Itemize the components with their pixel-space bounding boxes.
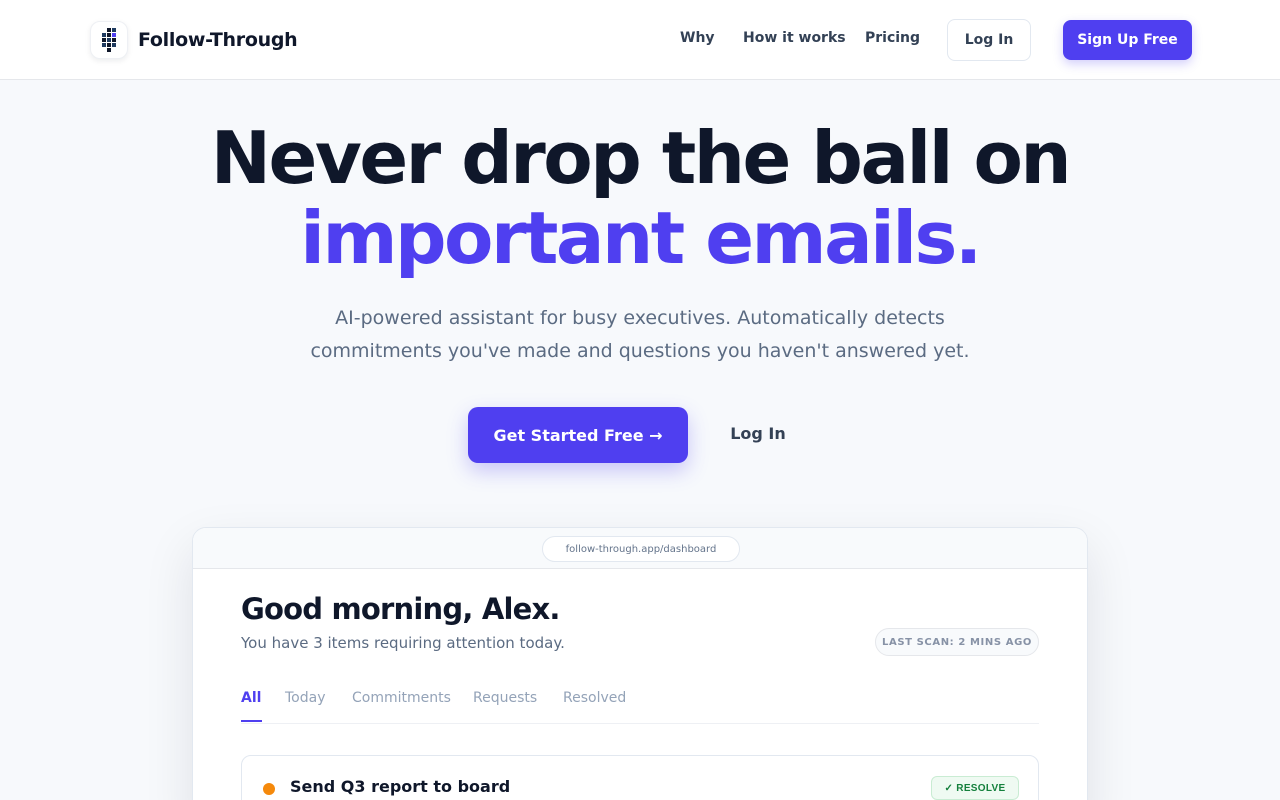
- get-started-button[interactable]: Get Started Free →: [468, 407, 688, 463]
- filter-tabs: All Today Commitments Requests Resolved: [241, 688, 1039, 724]
- tab-today[interactable]: Today: [285, 690, 326, 706]
- item-title: Send Q3 report to board: [290, 777, 511, 796]
- hero-title: Never drop the ball on important emails.: [0, 118, 1280, 278]
- url-bar: follow-through.app/dashboard: [542, 536, 740, 562]
- nav-link-pricing[interactable]: Pricing: [865, 30, 920, 46]
- brand-name: Follow-Through: [138, 29, 298, 51]
- hero-login-link[interactable]: Log In: [718, 424, 798, 443]
- list-item[interactable]: Send Q3 report to board ✓ RESOLVE: [241, 755, 1039, 800]
- attention-summary: You have 3 items requiring attention tod…: [241, 634, 565, 652]
- top-nav: Follow-Through Why How it works Pricing …: [0, 0, 1280, 80]
- hero-title-line1: Never drop the ball on: [210, 116, 1072, 200]
- active-tab-indicator: [241, 720, 262, 722]
- hero-subtitle: AI-powered assistant for busy executives…: [310, 307, 970, 362]
- resolve-button[interactable]: ✓ RESOLVE: [931, 776, 1019, 800]
- status-dot-icon: [263, 783, 275, 795]
- tab-resolved[interactable]: Resolved: [563, 690, 626, 706]
- browser-bar: follow-through.app/dashboard: [193, 528, 1087, 569]
- signup-button[interactable]: Sign Up Free: [1063, 20, 1192, 60]
- last-scan-badge: LAST SCAN: 2 MINS AGO: [875, 628, 1039, 656]
- logo-icon: [90, 21, 128, 59]
- nav-login-button[interactable]: Log In: [947, 19, 1031, 61]
- tab-commitments[interactable]: Commitments: [352, 690, 451, 706]
- greeting-title: Good morning, Alex.: [241, 592, 560, 626]
- nav-link-why[interactable]: Why: [680, 30, 715, 46]
- brand[interactable]: Follow-Through: [90, 20, 298, 60]
- hero-title-highlight: important emails.: [300, 196, 982, 280]
- nav-link-how-it-works[interactable]: How it works: [743, 30, 846, 46]
- tab-requests[interactable]: Requests: [473, 690, 537, 706]
- dashboard-preview: follow-through.app/dashboard Good mornin…: [192, 527, 1088, 800]
- tab-all[interactable]: All: [241, 690, 261, 706]
